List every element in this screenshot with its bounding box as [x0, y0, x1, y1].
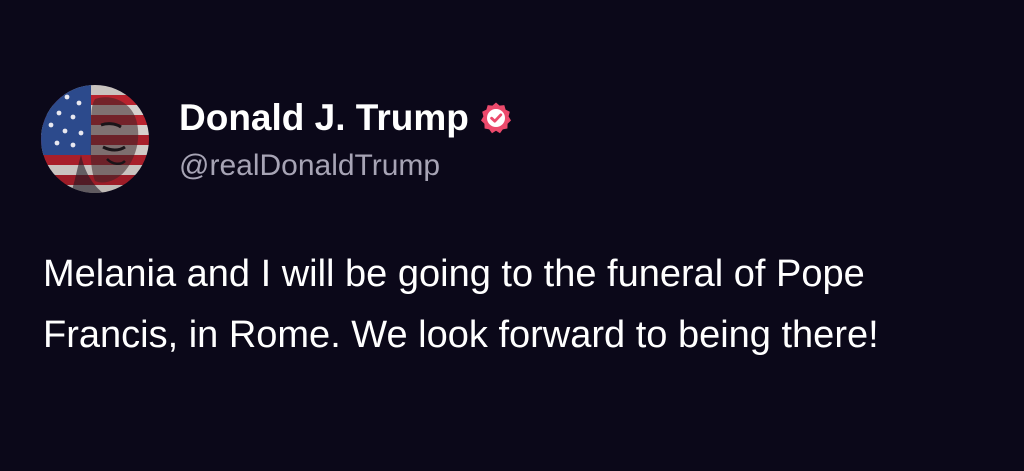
username-handle[interactable]: @realDonaldTrump [179, 148, 513, 184]
post-header: Donald J. Trump @realDonaldTrump [41, 85, 513, 193]
name-row: Donald J. Trump [179, 96, 513, 140]
flag-portrait-avatar-icon [41, 85, 149, 193]
verified-badge-icon [480, 102, 511, 134]
avatar[interactable] [41, 85, 149, 193]
post-text: Melania and I will be going to the funer… [43, 253, 879, 356]
author-names: Donald J. Trump @realDonaldTrump [179, 96, 513, 184]
display-name[interactable]: Donald J. Trump [179, 96, 469, 140]
post-card: Donald J. Trump @realDonaldTrump Melania… [0, 0, 1024, 471]
